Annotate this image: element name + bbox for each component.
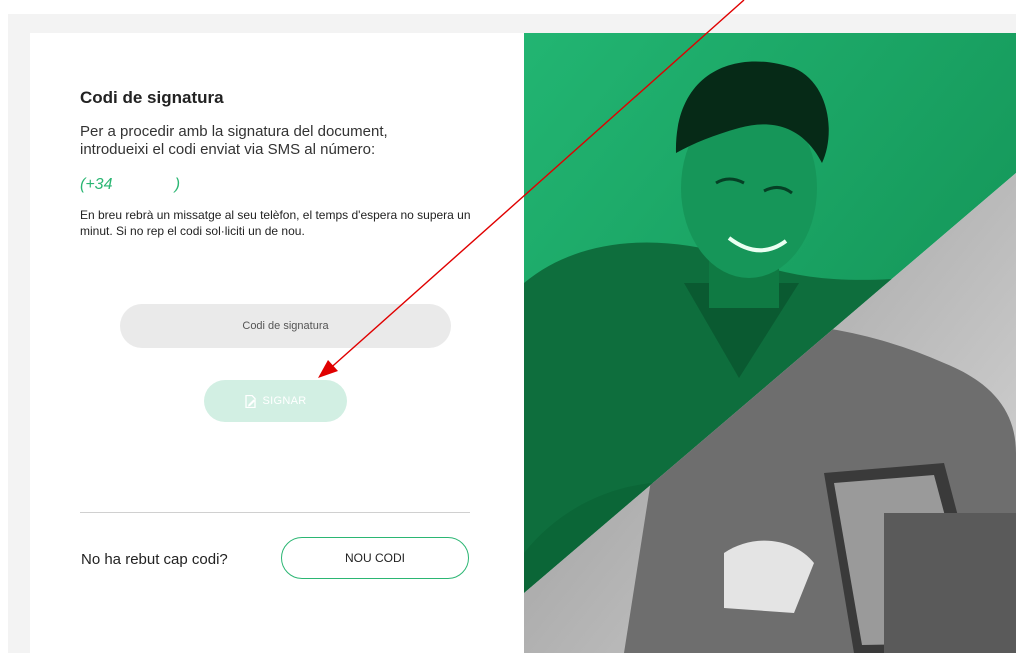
person-with-tablet-image [524, 33, 1016, 653]
sign-button[interactable]: SIGNAR [204, 380, 347, 422]
document-sign-icon [244, 394, 257, 408]
new-code-button[interactable]: NOU CODI [281, 537, 469, 579]
sign-button-label: SIGNAR [262, 395, 307, 407]
top-bar [0, 0, 1024, 14]
panel-title: Codi de signatura [80, 88, 224, 107]
panel-description: Per a procedir amb la signatura del docu… [80, 123, 388, 158]
no-code-text: No ha rebut cap codi? [81, 551, 228, 568]
phone-number: (+34 ) [80, 176, 181, 193]
divider [80, 512, 470, 513]
panel-info-text: En breu rebrà un missatge al seu telèfon… [80, 208, 471, 238]
signature-code-input[interactable] [120, 304, 451, 348]
